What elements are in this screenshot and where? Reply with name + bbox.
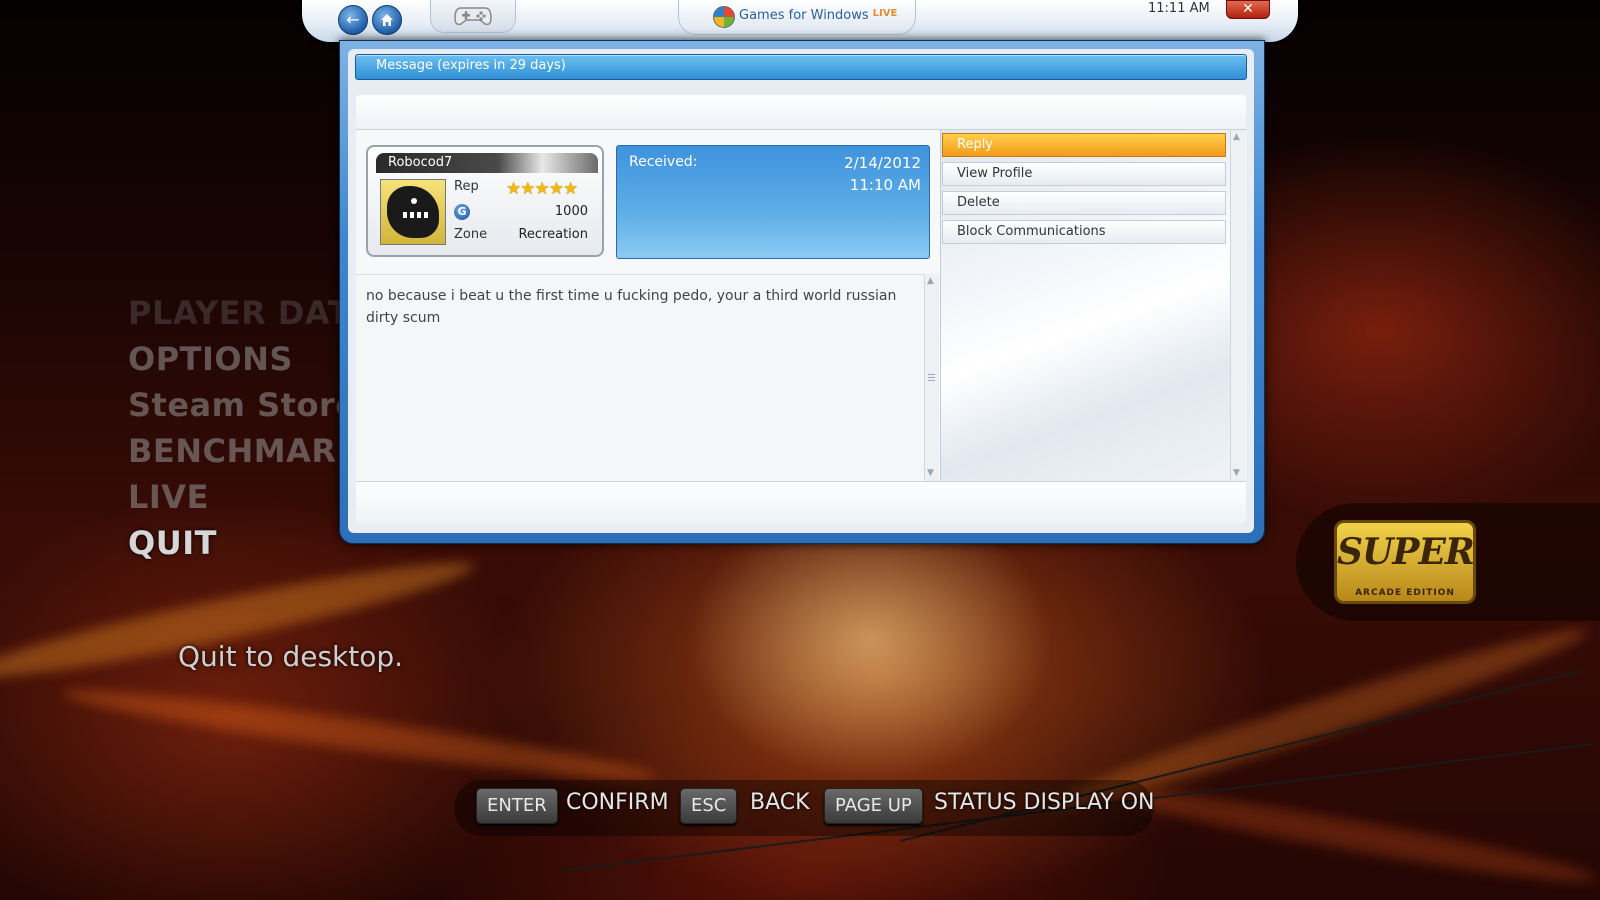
enter-key[interactable]: ENTER xyxy=(476,788,558,824)
scroll-up-icon[interactable]: ▲ xyxy=(927,276,934,286)
rep-stars: ★★★★★ xyxy=(506,179,578,199)
received-date: 2/14/2012 xyxy=(844,154,921,172)
menu-description: Quit to desktop. xyxy=(178,640,404,673)
star-icon: ★ xyxy=(548,179,564,199)
scroll-down-icon[interactable]: ▼ xyxy=(1233,468,1240,478)
received-info: Received: 2/14/2012 11:10 AM xyxy=(616,145,930,259)
brand-for-windows: for Windows xyxy=(784,8,869,23)
home-icon xyxy=(381,14,393,26)
esc-key[interactable]: ESC xyxy=(680,788,738,824)
received-time: 11:10 AM xyxy=(849,176,921,194)
menu-item-steam-store[interactable]: Steam Store xyxy=(128,386,357,424)
close-button[interactable]: ✕ xyxy=(1226,0,1270,19)
scroll-down-icon[interactable]: ▼ xyxy=(927,468,934,478)
menu-item-player-data[interactable]: PLAYER DATA xyxy=(128,294,373,332)
zone-label: Zone xyxy=(454,227,488,242)
actions-scrollbar[interactable]: ▲ ▼ xyxy=(1230,130,1245,480)
message-title-bar: Message (expires in 29 days) xyxy=(355,54,1247,80)
delete-button[interactable]: Delete xyxy=(942,191,1226,215)
star-icon: ★ xyxy=(520,179,535,199)
reply-button[interactable]: Reply xyxy=(942,133,1226,157)
windows-flag-icon xyxy=(713,6,735,28)
controller-tab[interactable] xyxy=(430,0,516,33)
brand-live: LIVE xyxy=(872,8,898,19)
received-label: Received: xyxy=(629,154,698,170)
avatar-eye xyxy=(411,198,417,204)
message-body: no because i beat u the first time u fuc… xyxy=(366,288,897,326)
gamerscore-value: 1000 xyxy=(554,204,588,219)
menu-item-live[interactable]: LIVE xyxy=(128,478,209,516)
controller-icon xyxy=(454,7,492,26)
logo-subtext: ARCADE EDITION xyxy=(1355,588,1455,598)
confirm-hint: CONFIRM xyxy=(566,790,669,815)
star-icon: ★ xyxy=(506,179,521,199)
menu-item-options[interactable]: OPTIONS xyxy=(128,340,293,378)
menu-item-benchmark[interactable]: BENCHMARK xyxy=(128,432,362,470)
gamerscore-icon: G xyxy=(454,204,470,220)
message-scrollbar[interactable]: ▲ ▼ xyxy=(924,274,939,480)
zone-value: Recreation xyxy=(518,227,588,242)
back-hint: BACK xyxy=(750,790,810,815)
games-for-windows-live-tab[interactable]: Games for Windows LIVE xyxy=(678,0,916,35)
toolbar-strip xyxy=(356,95,1246,130)
avatar-teeth xyxy=(403,212,431,218)
clock: 11:11 AM xyxy=(1148,1,1210,16)
close-icon: ✕ xyxy=(1242,1,1254,17)
footer-strip xyxy=(356,481,1246,524)
game-logo: SUPER ARCADE EDITION xyxy=(1334,520,1476,604)
page-up-key[interactable]: PAGE UP xyxy=(824,788,923,824)
back-arrow-icon: ← xyxy=(346,10,360,29)
star-icon: ★ xyxy=(563,179,578,199)
home-button[interactable] xyxy=(372,5,402,35)
star-icon: ★ xyxy=(534,179,550,199)
gfwl-brand: Games for Windows LIVE xyxy=(739,8,897,23)
view-profile-button[interactable]: View Profile xyxy=(942,162,1226,186)
menu-item-quit[interactable]: QUIT xyxy=(128,524,217,562)
scroll-up-icon[interactable]: ▲ xyxy=(1233,132,1240,142)
scroll-thumb[interactable] xyxy=(928,374,935,382)
logo-text: SUPER xyxy=(1337,531,1475,573)
back-button[interactable]: ← xyxy=(338,5,368,35)
status-display-hint: STATUS DISPLAY ON xyxy=(934,790,1155,815)
brand-games: Games xyxy=(739,8,785,23)
message-title: Message (expires in 29 days) xyxy=(376,58,566,73)
rep-label: Rep xyxy=(454,179,479,194)
avatar xyxy=(380,179,446,245)
block-communications-button[interactable]: Block Communications xyxy=(942,220,1226,244)
sender-gamertag: Robocod7 xyxy=(376,153,598,173)
